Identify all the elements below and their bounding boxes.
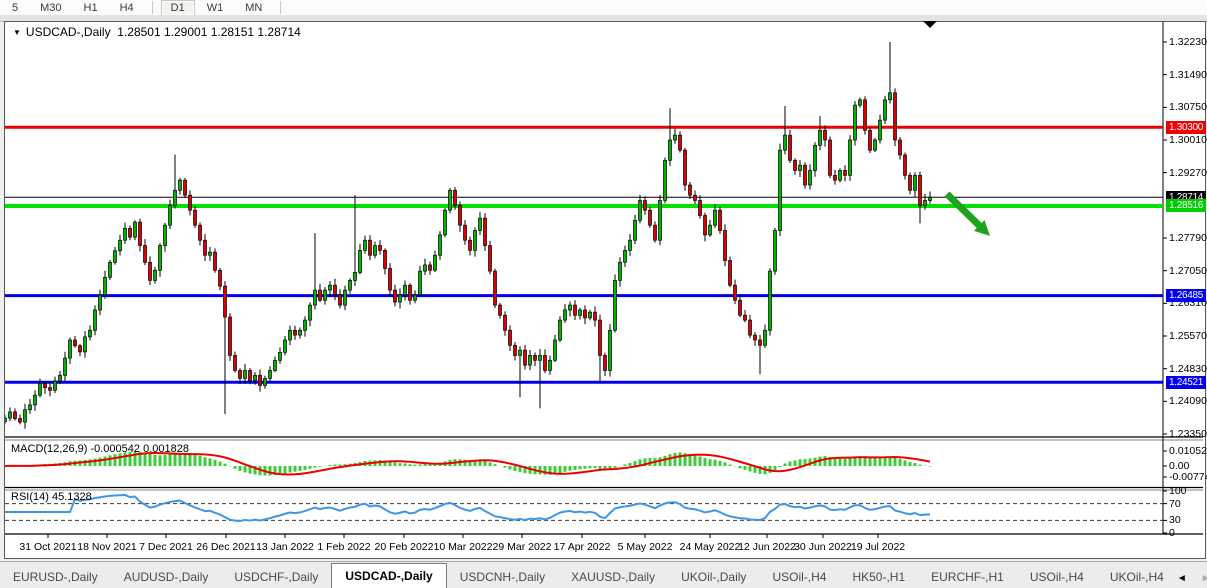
price-axis-tick: 1.30010 [1169, 134, 1207, 146]
rsi-line [5, 495, 930, 521]
date-axis-tick: 12 Jun 2022 [738, 541, 796, 553]
rsi-axis-tick: 30 [1169, 514, 1181, 526]
date-axis-tick: 29 Mar 2022 [493, 541, 552, 553]
price-axis-tick: 1.24090 [1169, 395, 1207, 407]
price-axis-tick: 1.24830 [1169, 363, 1207, 375]
date-axis-tick: 31 Oct 2021 [19, 541, 76, 553]
rsi-label: RSI(14) 45.1328 [11, 491, 92, 503]
chart-symbol-period: USDCAD-,Daily [26, 25, 111, 39]
symbol-tab-bar: EURUSD-,DailyAUDUSD-,DailyUSDCHF-,DailyU… [0, 561, 1207, 588]
date-axis-tick: 10 Mar 2022 [434, 541, 493, 553]
rsi-axis-tick: 100 [1169, 485, 1187, 497]
trend-arrow-shaft[interactable] [947, 194, 981, 228]
tab-hk50-h1[interactable]: HK50-,H1 [839, 566, 918, 588]
date-axis-tick: 7 Dec 2021 [139, 541, 193, 553]
chart-title: ▼ USDCAD-,Daily 1.28501 1.29001 1.28151 1… [13, 25, 301, 39]
tab-usdchf-daily[interactable]: USDCHF-,Daily [221, 566, 331, 588]
price-axis-tick: 1.29270 [1169, 167, 1207, 179]
price-badge-1.24521: 1.24521 [1166, 376, 1206, 389]
tab-scrollers: ◄► [1177, 573, 1207, 588]
price-axis-tick: 1.27790 [1169, 232, 1207, 244]
date-axis-tick: 30 Jun 2022 [794, 541, 852, 553]
price-axis-tick: 1.30750 [1169, 101, 1207, 113]
rsi-axis-tick: 70 [1169, 498, 1181, 510]
price-axis-tick: 1.31490 [1169, 69, 1207, 81]
date-axis-tick: 1 Feb 2022 [317, 541, 370, 553]
tab-scroll-left-icon[interactable]: ◄ [1177, 573, 1187, 584]
macd-label: MACD(12,26,9) -0.000542 0.001828 [11, 443, 189, 455]
date-axis-tick: 24 May 2022 [680, 541, 741, 553]
price-axis-tick: 1.27050 [1169, 265, 1207, 277]
tab-scroll-right-icon[interactable]: ► [1201, 573, 1207, 584]
tab-usoil-h4[interactable]: USOil-,H4 [759, 566, 839, 588]
symbol-dropdown-icon[interactable]: ▼ [13, 28, 21, 37]
rsi-axis-tick: 0 [1169, 527, 1175, 539]
tab-eurchf-h1[interactable]: EURCHF-,H1 [918, 566, 1017, 588]
tab-xauusd-daily[interactable]: XAUUSD-,Daily [558, 566, 668, 588]
chart-ohlc-values: 1.28501 1.29001 1.28151 1.28714 [117, 25, 301, 39]
tab-ukoil-daily[interactable]: UKOil-,Daily [668, 566, 759, 588]
tab-eurusd-daily[interactable]: EURUSD-,Daily [0, 566, 111, 588]
tab-usdcnh-daily[interactable]: USDCNH-,Daily [447, 566, 558, 588]
date-axis-tick: 17 Apr 2022 [554, 541, 611, 553]
price-axis-tick: 1.23350 [1169, 428, 1207, 440]
date-axis-tick: 13 Jan 2022 [256, 541, 314, 553]
macd-axis-tick: 0.01052 [1169, 445, 1207, 457]
price-badge-1.26485: 1.26485 [1166, 289, 1206, 302]
tab-ukoil-h4[interactable]: UKOil-,H4 [1097, 566, 1177, 588]
rsi-layer [5, 495, 930, 521]
date-axis-tick: 5 May 2022 [618, 541, 673, 553]
price-axis-tick: 1.32230 [1169, 36, 1207, 48]
price-badge-1.28516: 1.28516 [1166, 199, 1206, 212]
tab-audusd-daily[interactable]: AUDUSD-,Daily [111, 566, 222, 588]
date-axis-tick: 18 Nov 2021 [77, 541, 137, 553]
tab-usdcad-daily[interactable]: USDCAD-,Daily [331, 563, 446, 588]
date-axis-tick: 26 Dec 2021 [196, 541, 256, 553]
date-axis-tick: 19 Jul 2022 [851, 541, 905, 553]
macd-layer [5, 452, 930, 476]
candles-layer [4, 42, 932, 429]
macd-axis-tick: -0.00774 [1169, 471, 1207, 483]
price-axis-tick: 1.25570 [1169, 330, 1207, 342]
tab-usoil-h4[interactable]: USOil-,H4 [1017, 566, 1097, 588]
date-axis-tick: 20 Feb 2022 [375, 541, 434, 553]
chart-shift-marker-icon[interactable] [923, 21, 937, 28]
chart-canvas[interactable] [0, 0, 1207, 587]
price-badge-1.30300: 1.30300 [1166, 121, 1206, 134]
